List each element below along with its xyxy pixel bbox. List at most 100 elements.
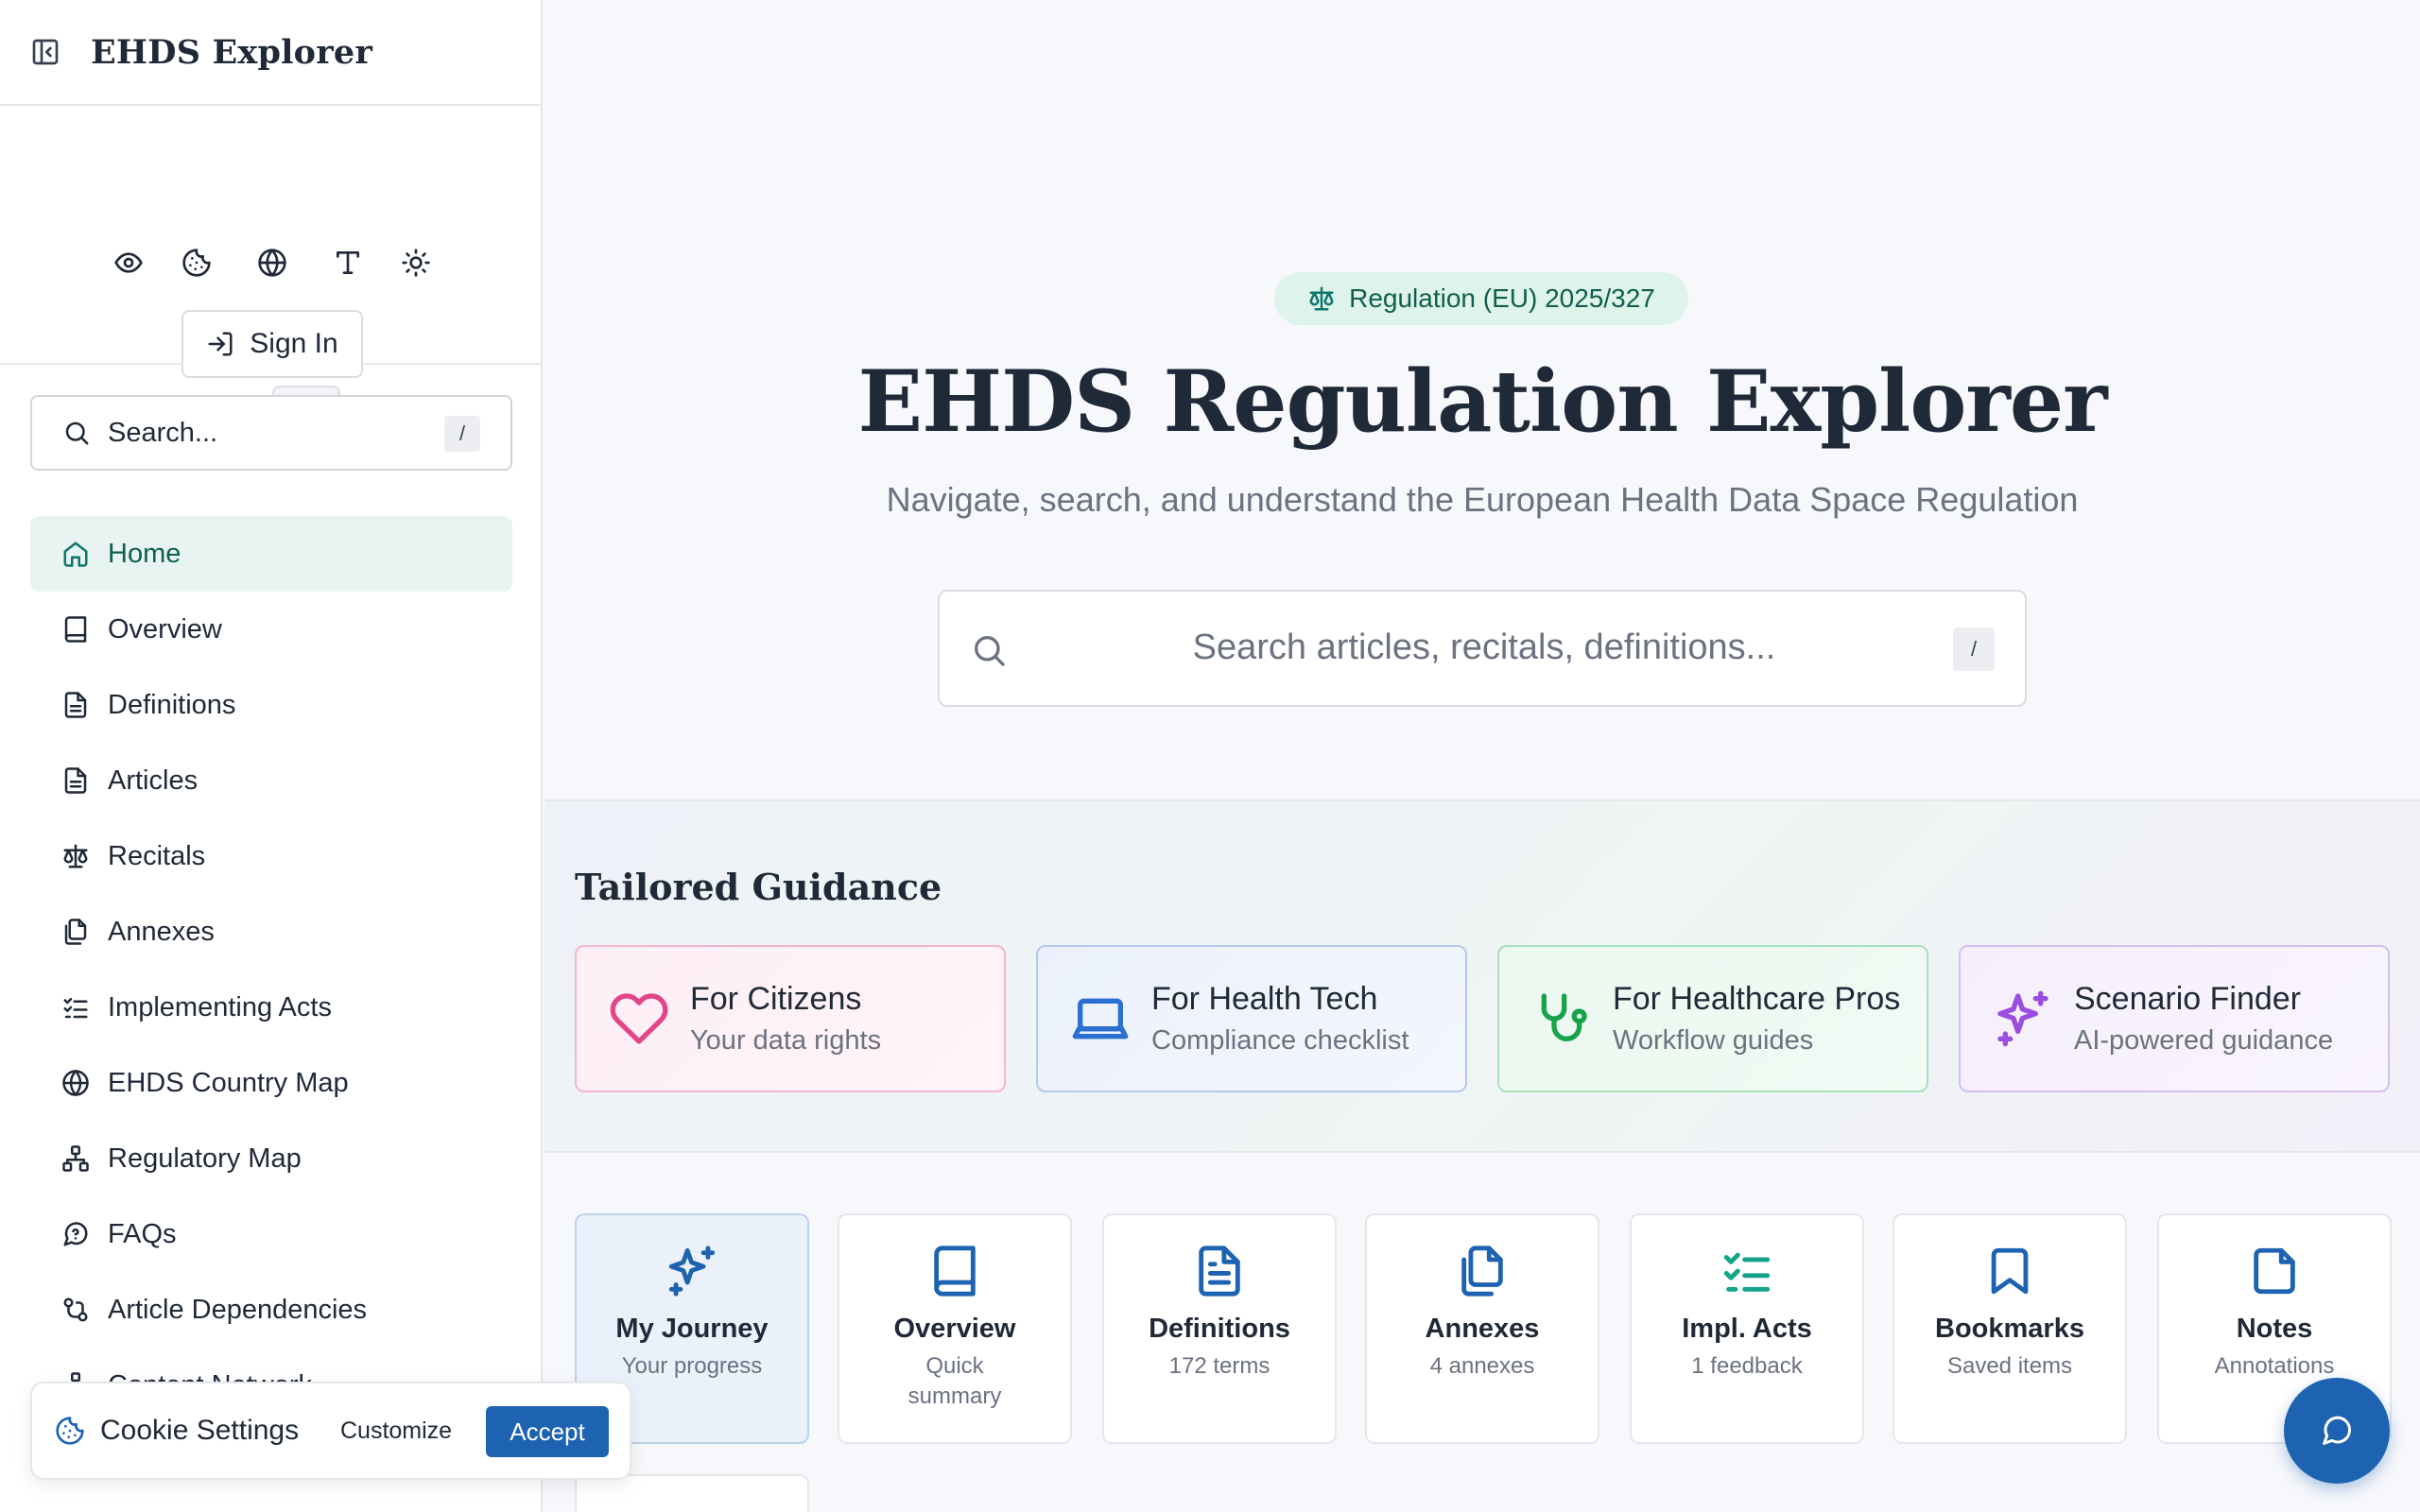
- quick-card-title: Overview: [893, 1314, 1016, 1344]
- cookie-accept-button[interactable]: Accept: [486, 1406, 609, 1457]
- sidebar-item-label: EHDS Country Map: [108, 1067, 349, 1098]
- sidebar-item-overview[interactable]: Overview: [30, 592, 512, 667]
- sign-in-icon: [206, 330, 234, 358]
- page-title: EHDS Regulation Explorer: [857, 352, 2108, 452]
- sidebar-item-regulatory-map[interactable]: Regulatory Map: [30, 1121, 512, 1196]
- laptop-icon: [1068, 987, 1132, 1051]
- guidance-card-healthcare-pros[interactable]: For Healthcare Pros Workflow guides: [1497, 945, 1928, 1092]
- sidebar-item-label: Recitals: [108, 840, 206, 871]
- sidebar-item-article-dependencies[interactable]: Article Dependencies: [30, 1272, 512, 1348]
- quick-card-title: Notes: [2236, 1314, 2313, 1344]
- quick-card-subtitle: 4 annexes: [1429, 1353, 1535, 1379]
- sparkles-icon: [1991, 987, 2055, 1051]
- sign-in-label: Sign In: [250, 328, 338, 359]
- search-shortcut-key: /: [444, 416, 480, 452]
- cookie-icon[interactable]: [178, 244, 216, 282]
- quick-card-subtitle: Saved items: [1946, 1353, 2073, 1379]
- sidebar-item-articles[interactable]: Articles: [30, 743, 512, 818]
- main-content: Regulation (EU) 2025/327 EHDS Regulation…: [544, 0, 2420, 1512]
- quick-card-title: Annexes: [1425, 1314, 1540, 1344]
- sidebar-header: EHDS Explorer: [0, 0, 541, 106]
- quick-card-title: Definitions: [1149, 1314, 1290, 1344]
- section-title: Tailored Guidance: [575, 866, 942, 908]
- guidance-card-subtitle: Compliance checklist: [1151, 1025, 1409, 1056]
- guidance-card-scenario-finder[interactable]: Scenario Finder AI-powered guidance: [1959, 945, 2390, 1092]
- quick-card-subtitle: Your progress: [621, 1353, 763, 1379]
- guidance-card-title: Scenario Finder: [2074, 981, 2302, 1017]
- quick-card-title: My Journey: [615, 1314, 769, 1344]
- scale-icon: [1307, 284, 1336, 313]
- cookie-customize-button[interactable]: Customize: [340, 1418, 452, 1445]
- quick-card-subtitle: Quick summary: [908, 1353, 1002, 1409]
- sidebar-item-faqs[interactable]: FAQs: [30, 1196, 512, 1272]
- guidance-card-subtitle: Workflow guides: [1613, 1025, 1814, 1056]
- sidebar-item-annexes[interactable]: Annexes: [30, 894, 512, 970]
- sparkles-icon: [577, 1244, 807, 1298]
- sidebar-item-recitals[interactable]: Recitals: [30, 818, 512, 894]
- guidance-card-title: For Health Tech: [1151, 981, 1378, 1017]
- quick-card-subtitle: 172 terms: [1168, 1353, 1270, 1379]
- sidebar-item-label: Regulatory Map: [108, 1143, 302, 1174]
- quick-card-definitions[interactable]: Definitions 172 terms: [1102, 1213, 1337, 1444]
- note-icon: [2159, 1244, 2390, 1298]
- quick-card-subtitle: Annotations: [2214, 1353, 2335, 1379]
- guidance-card-citizens[interactable]: For Citizens Your data rights: [575, 945, 1006, 1092]
- regulation-badge-label: Regulation (EU) 2025/327: [1349, 284, 1655, 313]
- sidebar-item-country-map[interactable]: EHDS Country Map: [30, 1045, 512, 1121]
- regulation-badge: Regulation (EU) 2025/327: [1274, 272, 1688, 325]
- guidance-card-title: For Healthcare Pros: [1613, 981, 1901, 1017]
- sidebar-item-label: Home: [108, 538, 182, 569]
- sidebar-nav: Home Overview Definitions Articles Recit…: [30, 516, 512, 1423]
- globe-icon[interactable]: [253, 244, 291, 282]
- sidebar-search-input[interactable]: Search... /: [30, 395, 512, 471]
- document-icon: [59, 688, 93, 722]
- scale-icon: [59, 839, 93, 873]
- sun-icon[interactable]: [397, 244, 435, 282]
- guidance-card-health-tech[interactable]: For Health Tech Compliance checklist: [1036, 945, 1467, 1092]
- sidebar-item-label: Implementing Acts: [108, 991, 332, 1022]
- sidebar-item-home[interactable]: Home: [30, 516, 512, 592]
- hero: Regulation (EU) 2025/327 EHDS Regulation…: [544, 0, 2420, 799]
- page-subtitle: Navigate, search, and understand the Eur…: [886, 480, 2079, 519]
- bookmark-icon: [1894, 1244, 2125, 1298]
- home-icon: [59, 537, 93, 571]
- quick-card-overview[interactable]: Overview Quick summary: [838, 1213, 1072, 1444]
- book-icon: [59, 612, 93, 646]
- quick-card-annexes[interactable]: Annexes 4 annexes: [1365, 1213, 1599, 1444]
- sidebar-item-definitions[interactable]: Definitions: [30, 667, 512, 743]
- search-icon: [62, 419, 91, 447]
- sidebar-item-implementing-acts[interactable]: Implementing Acts: [30, 970, 512, 1045]
- eye-icon[interactable]: [110, 244, 147, 282]
- sidebar-item-label: Definitions: [108, 689, 236, 720]
- quick-card-subtitle: 1 feedback: [1691, 1353, 1803, 1379]
- chat-button[interactable]: [2284, 1378, 2390, 1484]
- app-title: EHDS Explorer: [91, 32, 372, 72]
- help-bubble-icon: [59, 1217, 93, 1251]
- sidebar: EHDS Explorer Sign In Search... / Home O…: [0, 0, 543, 1512]
- heart-icon: [607, 987, 671, 1051]
- cookie-banner: Cookie Settings Customize Accept: [30, 1382, 631, 1480]
- cookie-icon: [55, 1416, 85, 1446]
- guidance-card-subtitle: Your data rights: [690, 1025, 882, 1056]
- quick-card-partial[interactable]: [575, 1474, 809, 1512]
- sidebar-toggle-icon[interactable]: [28, 35, 62, 69]
- book-icon: [839, 1244, 1070, 1298]
- text-size-icon[interactable]: [329, 244, 367, 282]
- search-shortcut-key: /: [1953, 627, 1995, 671]
- quick-links-section: My Journey Your progress Overview Quick …: [544, 1155, 2420, 1512]
- sidebar-item-label: FAQs: [108, 1218, 177, 1249]
- sign-in-button[interactable]: Sign In: [182, 310, 363, 378]
- cookie-title: Cookie Settings: [100, 1415, 300, 1446]
- tailored-guidance-section: Tailored Guidance For Citizens Your data…: [544, 799, 2420, 1153]
- document-icon: [59, 764, 93, 798]
- sidebar-item-label: Article Dependencies: [108, 1294, 368, 1325]
- sidebar-tools: Sign In: [0, 106, 541, 454]
- checklist-icon: [59, 990, 93, 1024]
- main-search-input[interactable]: Search articles, recitals, definitions..…: [938, 590, 2027, 707]
- quick-card-bookmarks[interactable]: Bookmarks Saved items: [1893, 1213, 2127, 1444]
- network-icon: [59, 1142, 93, 1176]
- git-compare-icon: [59, 1293, 93, 1327]
- quick-card-impl-acts[interactable]: Impl. Acts 1 feedback: [1630, 1213, 1864, 1444]
- guidance-card-subtitle: AI-powered guidance: [2074, 1025, 2334, 1056]
- checklist-icon: [1632, 1244, 1862, 1298]
